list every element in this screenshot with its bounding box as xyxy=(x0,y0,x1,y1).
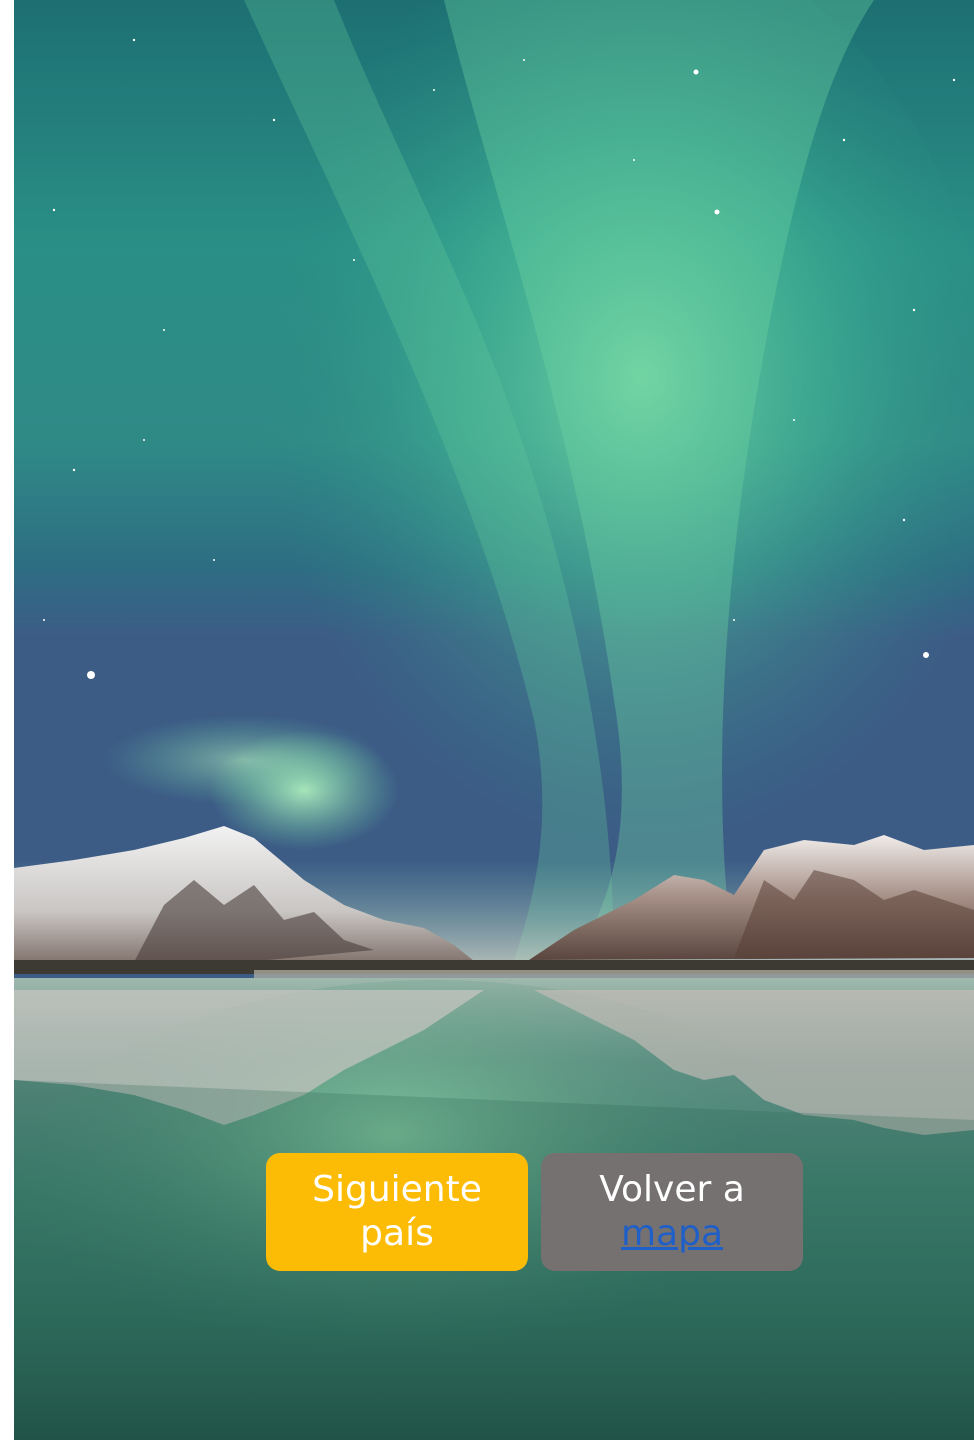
map-link[interactable]: mapa xyxy=(621,1212,723,1256)
slide: Siguiente país Volver a mapa xyxy=(14,0,974,1440)
next-country-button[interactable]: Siguiente país xyxy=(266,1153,528,1271)
back-to-map-button[interactable]: Volver a mapa xyxy=(541,1153,803,1271)
back-to-map-label: Volver a xyxy=(599,1169,745,1210)
next-country-label-line2: país xyxy=(360,1213,434,1254)
next-country-label-line1: Siguiente xyxy=(312,1169,482,1210)
